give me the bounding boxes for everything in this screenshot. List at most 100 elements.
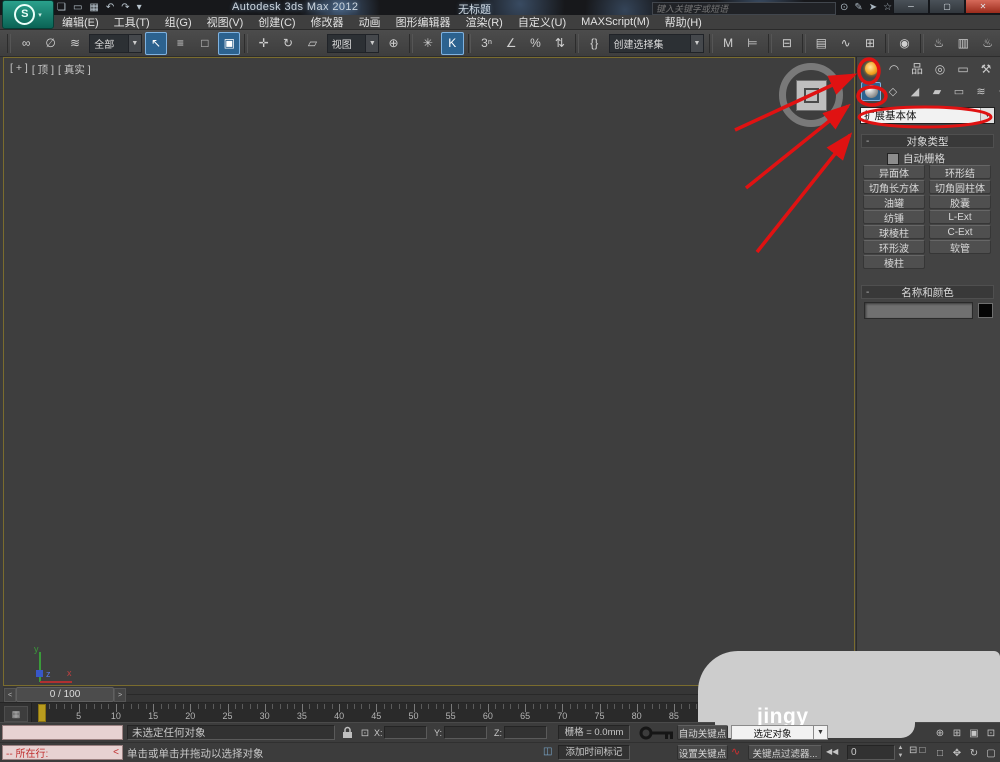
menu-item-11[interactable]: 帮助(H) bbox=[665, 14, 702, 30]
select-object-icon[interactable]: ↖ bbox=[144, 31, 168, 55]
align-icon[interactable]: ⊨ bbox=[741, 32, 763, 55]
zoom-all-icon[interactable]: ⊞ bbox=[949, 725, 965, 741]
snap-toggle-3d-icon[interactable]: 3ⁿ bbox=[475, 32, 497, 55]
zoom-region-icon[interactable]: □ bbox=[932, 745, 948, 761]
rect-selection-region-icon[interactable]: □ bbox=[194, 32, 216, 55]
viewcube[interactable] bbox=[779, 63, 843, 127]
selection-lock-icon[interactable] bbox=[341, 726, 354, 739]
menu-item-7[interactable]: 图形编辑器 bbox=[396, 14, 451, 30]
maxscript-mini-listener[interactable] bbox=[2, 725, 123, 740]
maximize-button[interactable]: ▢ bbox=[929, 0, 965, 14]
select-and-link-icon[interactable]: ∞ bbox=[15, 32, 37, 55]
hierarchy-tab[interactable]: 品 bbox=[907, 60, 927, 77]
select-manipulate-icon[interactable]: ✳ bbox=[417, 32, 439, 55]
object-button[interactable]: 油罐 bbox=[863, 195, 925, 210]
menu-item-8[interactable]: 渲染(R) bbox=[466, 14, 503, 30]
material-editor-icon[interactable]: ◉ bbox=[893, 32, 915, 55]
helpers-category[interactable]: ▭ bbox=[949, 82, 969, 101]
render-setup-icon[interactable]: ♨ bbox=[928, 32, 950, 55]
menu-item-9[interactable]: 自定义(U) bbox=[518, 14, 566, 30]
frame-spinner[interactable]: ▲ ▼ bbox=[896, 744, 905, 760]
auto-key-button[interactable]: 自动关键点 bbox=[677, 725, 728, 740]
object-button[interactable]: 球棱柱 bbox=[863, 225, 925, 240]
motion-tab[interactable]: ◎ bbox=[930, 60, 950, 77]
maximize-viewport-toggle-icon[interactable]: ▢ bbox=[983, 745, 999, 761]
object-button[interactable]: 软管 bbox=[929, 240, 991, 255]
selection-filter-dropdown[interactable]: 全部 ▼ bbox=[89, 33, 142, 53]
object-button[interactable]: C-Ext bbox=[929, 225, 991, 239]
unlink-selection-icon[interactable]: ∅ bbox=[39, 32, 61, 55]
close-button[interactable]: ✕ bbox=[965, 0, 1000, 14]
set-key-button[interactable]: 设置关键点 bbox=[677, 745, 728, 760]
favorites-star-icon[interactable]: ☆ bbox=[883, 2, 892, 13]
y-coordinate-field[interactable] bbox=[444, 726, 487, 739]
open-file-icon[interactable]: ▭ bbox=[73, 2, 82, 13]
viewcube-top-face[interactable] bbox=[796, 80, 827, 111]
spacewarps-category[interactable]: ≋ bbox=[971, 82, 991, 101]
object-button[interactable]: 切角长方体 bbox=[863, 180, 925, 195]
menu-item-4[interactable]: 创建(C) bbox=[258, 14, 295, 30]
absolute-mode-icon[interactable]: ⊡ bbox=[357, 725, 373, 741]
x-coordinate-field[interactable] bbox=[384, 726, 427, 739]
select-move-icon[interactable]: ✛ bbox=[252, 32, 274, 55]
name-color-rollout-header[interactable]: - 名称和颜色 bbox=[861, 285, 994, 299]
render-production-icon[interactable]: ♨ bbox=[976, 32, 998, 55]
reference-coordinate-dropdown[interactable]: 视图 ▼ bbox=[326, 33, 380, 53]
layer-manager-icon[interactable]: ⊟ bbox=[776, 32, 798, 55]
object-color-swatch[interactable] bbox=[978, 303, 993, 318]
object-button[interactable]: L-Ext bbox=[929, 210, 991, 224]
object-button[interactable]: 环形波 bbox=[863, 240, 925, 255]
display-tab[interactable]: ▭ bbox=[953, 60, 973, 77]
menu-item-1[interactable]: 工具(T) bbox=[114, 14, 150, 30]
new-file-icon[interactable]: ❏ bbox=[57, 2, 66, 13]
cameras-category[interactable]: ▰ bbox=[927, 82, 947, 101]
object-button[interactable]: 异面体 bbox=[863, 165, 925, 180]
chevron-down-icon[interactable]: ▼ bbox=[814, 725, 828, 740]
menu-item-5[interactable]: 修改器 bbox=[311, 14, 344, 30]
object-button[interactable]: 纺锤 bbox=[863, 210, 925, 225]
listener-line-indicator[interactable]: -- 所在行: < bbox=[2, 745, 123, 760]
select-by-name-icon[interactable]: ≡ bbox=[169, 32, 191, 55]
zoom-extents-icon[interactable]: ▣ bbox=[966, 725, 982, 741]
viewport-label-part-1[interactable]: [ 顶 ] bbox=[32, 62, 54, 77]
current-frame-field[interactable]: 0 bbox=[847, 745, 895, 760]
application-menu-button[interactable]: S ▾ bbox=[2, 0, 54, 29]
select-scale-icon[interactable]: ▱ bbox=[301, 32, 323, 55]
pen-icon[interactable]: ✎ bbox=[854, 2, 862, 13]
object-button[interactable]: 胶囊 bbox=[929, 195, 991, 210]
systems-category[interactable]: ✳ bbox=[993, 82, 1000, 101]
add-time-tag[interactable]: 添加时间标记 bbox=[558, 745, 630, 760]
modify-tab[interactable]: ◠ bbox=[884, 60, 904, 77]
quick-access-dropdown-icon[interactable]: ▾ bbox=[137, 2, 142, 13]
percent-snap-icon[interactable]: % bbox=[524, 32, 546, 55]
set-key-icon[interactable] bbox=[638, 724, 676, 742]
zoom-icon[interactable]: ⊕ bbox=[932, 725, 948, 741]
time-marker[interactable] bbox=[38, 704, 46, 722]
key-filters-button[interactable]: 关键点过滤器... bbox=[748, 745, 822, 760]
status-extra-icon[interactable]: □ bbox=[919, 745, 925, 756]
edit-named-sets-icon[interactable]: {} bbox=[583, 32, 605, 55]
mirror-icon[interactable]: M bbox=[717, 32, 739, 55]
utilities-tab[interactable]: ⚒ bbox=[976, 60, 996, 77]
previous-frame-button[interactable]: < bbox=[4, 688, 16, 702]
go-to-start-icon[interactable]: ◀◀ bbox=[826, 747, 838, 756]
spinner-snap-icon[interactable]: ⇅ bbox=[549, 32, 571, 55]
key-curve-icon[interactable]: ∿ bbox=[731, 745, 740, 758]
time-slider-handle[interactable]: 0 / 100 bbox=[16, 687, 114, 702]
menu-item-3[interactable]: 视图(V) bbox=[207, 14, 244, 30]
chevron-down-icon[interactable]: ▼ bbox=[365, 34, 379, 52]
pan-icon[interactable]: ✥ bbox=[949, 745, 965, 761]
z-coordinate-field[interactable] bbox=[504, 726, 547, 739]
select-rotate-icon[interactable]: ↻ bbox=[277, 32, 299, 55]
object-button[interactable]: 切角圆柱体 bbox=[929, 180, 991, 195]
viewport-top[interactable]: [ + ] [ 顶 ] [ 真实 ] y x z bbox=[3, 57, 855, 686]
search-communicate-icon[interactable]: ⊙ bbox=[840, 2, 848, 13]
window-crossing-icon[interactable]: ▣ bbox=[218, 31, 241, 55]
autogrid-checkbox[interactable] bbox=[887, 152, 899, 165]
save-icon[interactable]: ▦ bbox=[89, 2, 98, 13]
chevron-down-icon[interactable]: ▼ bbox=[980, 108, 994, 123]
menu-item-6[interactable]: 动画 bbox=[359, 14, 381, 30]
share-icon[interactable]: ➤ bbox=[869, 2, 877, 13]
named-selection-sets-dropdown[interactable]: 创建选择集 ▼ bbox=[608, 33, 704, 53]
status-extra-icon[interactable]: ⊟ bbox=[909, 745, 917, 756]
